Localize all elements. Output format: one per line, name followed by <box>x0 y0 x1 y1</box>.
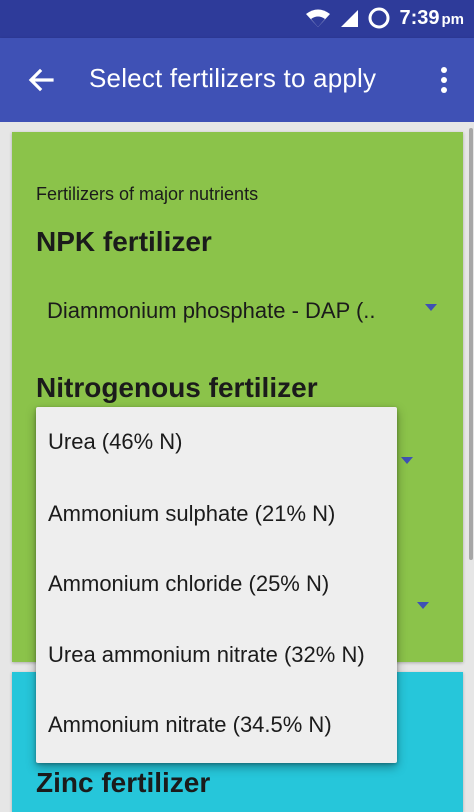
signal-icon <box>341 10 359 27</box>
arrow-back-icon <box>28 68 54 92</box>
npk-heading: NPK fertilizer <box>36 226 212 257</box>
dropdown-option-urea[interactable]: Urea (46% N) <box>36 407 397 477</box>
npk-spinner[interactable]: Diammonium phosphate - DAP (.. <box>47 290 439 330</box>
scrollbar[interactable] <box>469 128 473 560</box>
dropdown-option-urea-ammonium-nitrate[interactable]: Urea ammonium nitrate (32% N) <box>36 620 397 690</box>
wifi-icon <box>306 9 331 27</box>
phosphatic-spinner-caret-icon[interactable] <box>415 600 431 610</box>
dropdown-option-ammonium-nitrate[interactable]: Ammonium nitrate (34.5% N) <box>36 690 397 760</box>
nitrogenous-dropdown-list: Urea (46% N) Ammonium sulphate (21% N) A… <box>36 407 397 763</box>
dropdown-option-label: Urea (46% N) <box>48 429 183 454</box>
dropdown-option-ammonium-chloride[interactable]: Ammonium chloride (25% N) <box>36 549 397 619</box>
section-label: Fertilizers of major nutrients <box>36 184 259 204</box>
overflow-menu-button[interactable] <box>434 60 454 100</box>
dropdown-option-label: Ammonium sulphate (21% N) <box>48 501 336 526</box>
dropdown-option-label: Ammonium chloride (25% N) <box>48 571 330 596</box>
nitrogenous-heading: Nitrogenous fertilizer <box>36 372 318 403</box>
npk-spinner-value: Diammonium phosphate - DAP (.. <box>47 298 376 323</box>
dropdown-caret-icon <box>425 304 437 311</box>
dropdown-option-ammonium-sulphate[interactable]: Ammonium sulphate (21% N) <box>36 479 397 549</box>
status-bar: 7:39 pm <box>0 0 474 38</box>
page-title: Select fertilizers to apply <box>89 63 377 93</box>
zinc-heading: Zinc fertilizer <box>36 767 211 798</box>
back-button[interactable] <box>22 60 62 100</box>
nitrogenous-spinner-caret-icon[interactable] <box>399 455 415 465</box>
status-clock: 7:39 pm <box>399 6 464 29</box>
dropdown-option-label: Urea ammonium nitrate (32% N) <box>48 642 365 667</box>
status-icons: 7:39 pm <box>305 6 464 30</box>
dropdown-option-label: Ammonium nitrate (34.5% N) <box>48 712 332 737</box>
app-bar: Select fertilizers to apply <box>0 38 474 122</box>
battery-ring-icon <box>368 7 390 29</box>
overflow-menu-icon <box>441 67 447 93</box>
